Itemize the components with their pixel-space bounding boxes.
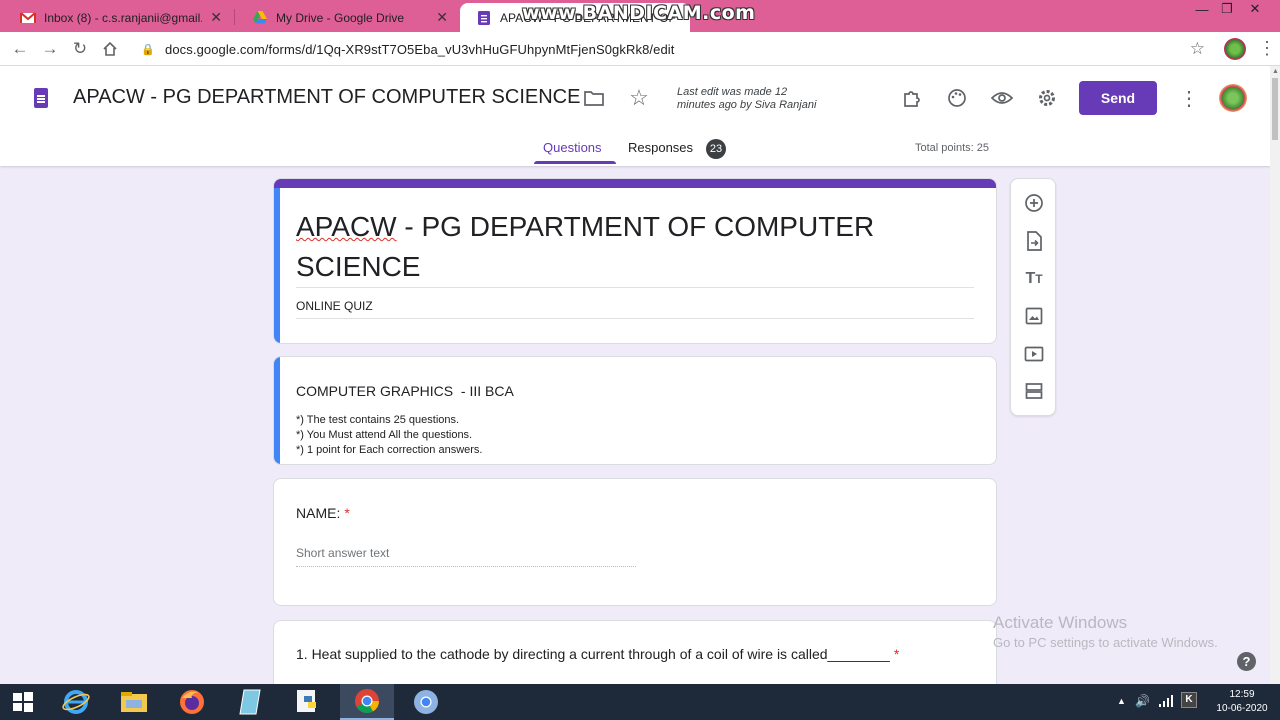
required-asterisk: * xyxy=(344,505,350,521)
section-description[interactable]: *) The test contains 25 questions. *) Yo… xyxy=(296,413,482,458)
activate-windows-subtitle: Go to PC settings to activate Windows. xyxy=(993,635,1218,650)
add-question-icon[interactable] xyxy=(1022,191,1046,215)
required-asterisk: * xyxy=(893,646,900,662)
tab-responses[interactable]: Responses xyxy=(628,140,693,155)
question-title-text: 1. Heat supplied to the cathode by direc… xyxy=(296,646,890,662)
add-title-text-icon[interactable]: TT xyxy=(1022,267,1046,291)
back-arrow-icon[interactable]: ← xyxy=(8,37,32,61)
clock-date: 10-06-2020 xyxy=(1216,703,1268,714)
url-text: docs.google.com/forms/d/1Qq-XR9stT7O5Eba… xyxy=(165,41,675,57)
selected-indicator xyxy=(274,188,280,343)
form-description[interactable]: ONLINE QUIZ xyxy=(296,299,373,313)
add-image-icon[interactable] xyxy=(1022,304,1046,328)
reload-icon[interactable]: ↻ xyxy=(68,37,92,61)
description-divider xyxy=(296,318,974,319)
activate-windows-title: Activate Windows xyxy=(993,613,1128,632)
internet-explorer-icon[interactable] xyxy=(50,684,102,720)
tab-questions[interactable]: Questions xyxy=(543,140,602,155)
firefox-icon[interactable] xyxy=(166,684,218,720)
windows-start-icon[interactable] xyxy=(0,684,46,720)
short-answer-field: Short answer text xyxy=(296,546,636,567)
taskbar-clock[interactable]: 12:59 10-06-2020 xyxy=(1212,688,1272,716)
show-hidden-icons-icon[interactable]: ▲ xyxy=(1117,696,1126,706)
send-button[interactable]: Send xyxy=(1079,81,1157,115)
chrome-alt-icon[interactable] xyxy=(400,684,452,720)
notepad-icon[interactable] xyxy=(224,684,276,720)
tab-title: My Drive - Google Drive xyxy=(276,10,405,25)
restore-icon[interactable]: ❐ xyxy=(1212,0,1242,18)
form-title-card[interactable]: APACW - PG DEPARTMENT OF COMPUTER SCIENC… xyxy=(273,178,997,344)
preview-eye-icon[interactable] xyxy=(990,86,1014,110)
google-forms-logo-icon[interactable] xyxy=(34,88,48,108)
section-line: *) The test contains 25 questions. xyxy=(296,414,460,426)
add-video-icon[interactable] xyxy=(1022,342,1046,366)
tab-separator xyxy=(234,9,235,25)
section-title[interactable]: COMPUTER GRAPHICS - III BCA xyxy=(296,383,514,399)
volume-icon[interactable]: 🔊 xyxy=(1135,694,1150,708)
tab-title: Inbox (8) - c.s.ranjanii@gmail.com xyxy=(44,10,202,25)
clock-time: 12:59 xyxy=(1229,689,1255,700)
window-close-icon[interactable]: ✕ xyxy=(1240,0,1270,18)
section-line: *) You Must attend All the questions. xyxy=(296,429,473,441)
google-drive-icon xyxy=(253,10,267,23)
tab-gmail[interactable]: Inbox (8) - c.s.ranjanii@gmail.com ✕ xyxy=(4,3,232,32)
chrome-taskbar-icon[interactable] xyxy=(340,684,394,720)
theme-color-bar xyxy=(274,179,996,188)
section-indicator xyxy=(274,357,280,464)
last-edit-text[interactable]: Last edit was made 12 minutes ago by Siv… xyxy=(677,86,827,112)
close-icon[interactable]: ✕ xyxy=(210,9,222,26)
question-title: 1. Heat supplied to the cathode by direc… xyxy=(296,646,899,662)
question-side-toolbar: TT xyxy=(1010,178,1056,416)
network-signal-icon[interactable] xyxy=(1158,694,1174,711)
title-divider xyxy=(296,287,974,288)
section-line: *) 1 point for Each correction answers. xyxy=(296,444,483,456)
file-explorer-icon[interactable] xyxy=(108,684,160,720)
star-icon[interactable]: ☆ xyxy=(627,85,651,110)
browser-menu-icon[interactable]: ⋮ xyxy=(1258,38,1276,60)
more-options-icon[interactable]: ⋮ xyxy=(1177,86,1201,110)
question-title: NAME: * xyxy=(296,505,350,521)
close-icon[interactable]: ✕ xyxy=(436,9,448,26)
form-title[interactable]: APACW - PG DEPARTMENT OF COMPUTER SCIENC… xyxy=(296,207,976,287)
browser-tab-bar: Inbox (8) - c.s.ranjanii@gmail.com ✕ My … xyxy=(0,0,1280,32)
python-idle-icon[interactable] xyxy=(282,684,334,720)
gmail-icon xyxy=(20,11,36,23)
scroll-up-arrow-icon[interactable]: ▲ xyxy=(1272,68,1279,75)
bandicam-watermark: www.BANDICAM.com xyxy=(522,2,756,24)
settings-gear-icon[interactable] xyxy=(1035,86,1059,110)
palette-icon[interactable] xyxy=(945,86,969,110)
question-card-name[interactable]: NAME: * Short answer text xyxy=(273,478,997,606)
lock-icon: 🔒 xyxy=(141,43,155,56)
form-title-part: APACW xyxy=(296,211,397,242)
activate-windows-watermark: Activate Windows Go to PC settings to ac… xyxy=(993,613,1218,650)
question-title-text: NAME: xyxy=(296,505,341,521)
help-icon[interactable]: ? xyxy=(1237,652,1256,671)
folder-icon[interactable] xyxy=(582,86,606,110)
google-forms-icon xyxy=(478,10,490,25)
section-header-card[interactable]: COMPUTER GRAPHICS - III BCA *) The test … xyxy=(273,356,997,465)
scrollbar-thumb[interactable] xyxy=(1272,78,1278,140)
keyboard-language-icon[interactable]: K xyxy=(1181,692,1197,708)
browser-toolbar: ← → ↻ 🔒 docs.google.com/forms/d/1Qq-XR9s… xyxy=(0,32,1280,66)
address-bar[interactable]: 🔒 docs.google.com/forms/d/1Qq-XR9stT7O5E… xyxy=(133,36,1213,62)
page-scrollbar[interactable] xyxy=(1270,66,1280,684)
add-ons-icon[interactable] xyxy=(900,86,924,110)
document-title[interactable]: APACW - PG DEPARTMENT OF COMPUTER SCIENC… xyxy=(73,86,580,109)
home-icon[interactable] xyxy=(98,37,122,61)
profile-avatar[interactable] xyxy=(1224,38,1246,60)
tab-google-drive[interactable]: My Drive - Google Drive ✕ xyxy=(236,3,458,32)
import-questions-icon[interactable] xyxy=(1022,229,1046,253)
add-section-icon[interactable] xyxy=(1022,379,1046,403)
account-avatar[interactable] xyxy=(1219,84,1247,112)
windows-taskbar: ▲ 🔊 K 12:59 10-06-2020 xyxy=(0,684,1280,720)
forward-arrow-icon[interactable]: → xyxy=(38,37,62,61)
bookmark-star-icon[interactable]: ☆ xyxy=(1190,39,1205,59)
